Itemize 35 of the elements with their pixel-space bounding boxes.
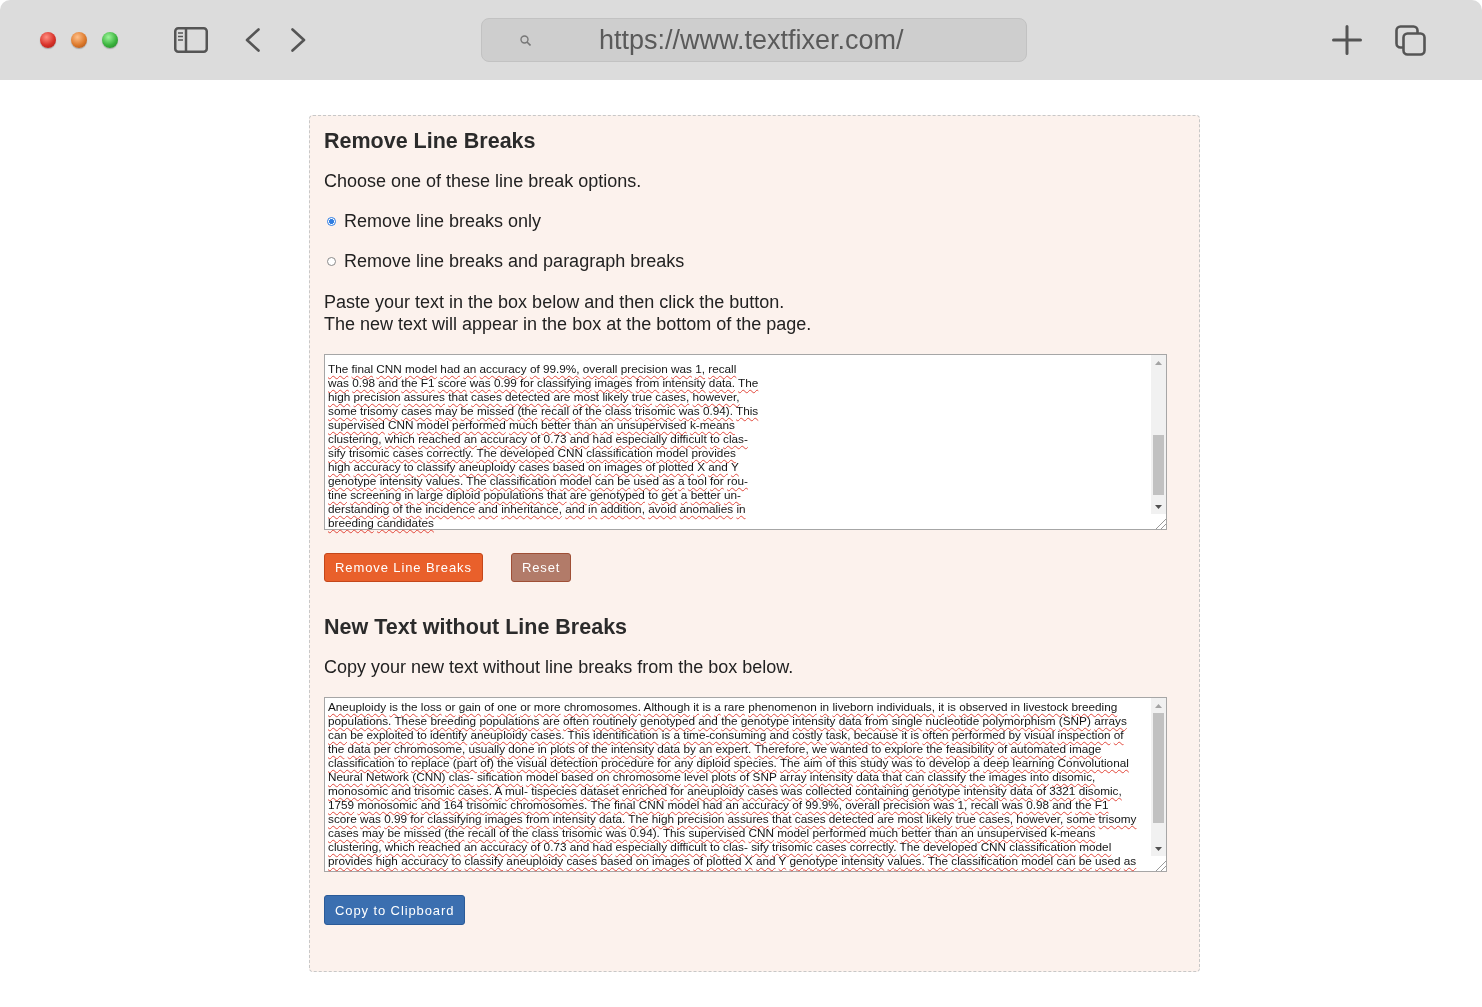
copy-button[interactable]: Copy to Clipboard [324,895,466,925]
tool-title: Remove Line Breaks [324,128,536,154]
scroll-down-icon[interactable] [1155,504,1162,509]
radio-button[interactable] [327,256,336,266]
instruction-text: The new text will appear in the box at the bottom of the page. [324,313,812,335]
window-zoom-icon[interactable] [102,32,118,48]
submit-button[interactable]: Remove Line Breaks [324,553,483,582]
plus-icon[interactable] [1332,25,1362,55]
sidebar-icon[interactable] [174,27,208,53]
result-title: New Text without Line Breaks [324,614,628,640]
scroll-down-icon[interactable] [1155,846,1162,851]
resize-grip-icon[interactable] [1155,518,1166,529]
output-text-area[interactable]: Aneuploidy is the loss or gain of one or more chromosomes. Although it is a rare phenomenon in liveborn individuals, it is observed in livestock breeding populations. These breeding populations are often routinely genotyped and the genotype intensity data from single nucleotide polymorphism (SNP) arrays can be exploited to identify aneuploidy cases. This identification is a time-consuming and costly task, because it is often performed by visual inspection of the data per chromosome, usually done in plots of the intensity data by an expert. Therefore, we wanted to explore the feasibility of automated image classification to replace (part of) the visual detection procedure for any diploid species. The aim of this study was to develop a deep learning Convolutional Neural Network (CNN) clas- sification model based on chromosome level plots of SNP array intensity data that can classify the images into disomic, monosomic and trisomic cases. A mul- tispecies dataset enriched for aneuploidy cases was collected containing genotype intensity data of 3321 disomic, 1759 monosomic and 164 trisomic chromosomes. The final CNN model had an accuracy of 99.9%, overall precision was 1, recall was 0.98 and the F1 score was 0.99 for classifying images from intensity data. The high precision assures that cases detected are most likely true cases, however, some trisomy cases may be missed (the recall of the class trisomic was 0.94). This supervised CNN model performed much better than an unsupervised k-means clustering, which reached an accuracy of 0.73 and had especially difficult to clas- sify trisomic cases correctly. The developed CNN classification model provides high accuracy to classify aneuploidy cases based on images of plotted X and Y genotype intensity values. The classification model can be used as [324,697,1167,872]
scrollbar-thumb[interactable] [1153,435,1164,495]
radio-button[interactable] [327,216,336,226]
scrollbar-thumb[interactable] [1153,713,1164,823]
search-icon [520,34,531,46]
window-close-icon[interactable] [40,32,56,48]
option-label: Remove line breaks and paragraph breaks [344,250,685,272]
intro-text: Choose one of these line break options. [324,170,642,192]
forward-icon[interactable] [291,28,306,52]
input-text-area[interactable]: The final CNN model had an accuracy of 99.9%, overall precision was 1, recall was 0.98 and the F1 score was 0.99 for classifying images from intensity data. The high precision assures that cases detected are most likely true cases, however, some trisomy cases may be missed (the recall of the class trisomic was 0.94). This supervised CNN model performed much better than an unsupervised k-means clustering, which reached an accuracy of 0.73 and had especially difficult to clas- sify trisomic cases correctly. The developed CNN classification model provides high accuracy to classify aneuploidy cases based on images of plotted X and Y genotype intensity values. The classification model can be used as a tool for rou- tine screening in large diploid populations that are genotyped to get a better un- derstanding of the incidence and inheritance, and in addition, avoid anomalies in breeding candidates [324,354,1167,530]
scroll-up-icon[interactable] [1155,703,1162,708]
option-label: Remove line breaks only [344,210,542,232]
back-icon[interactable] [245,28,260,52]
result-intro-text: Copy your new text without line breaks from the box below. [324,656,794,678]
tabs-icon[interactable] [1395,24,1426,56]
window-minimize-icon[interactable] [71,32,87,48]
scroll-up-icon[interactable] [1155,360,1162,365]
scrollbar[interactable] [1151,698,1166,856]
scrollbar[interactable] [1151,355,1166,514]
reset-button[interactable]: Reset [510,553,572,582]
instruction-text: Paste your text in the box below and then click the button. [324,291,785,313]
address-bar[interactable]: https://www.textfixer.com/ [481,18,1027,62]
resize-grip-icon[interactable] [1155,860,1166,871]
